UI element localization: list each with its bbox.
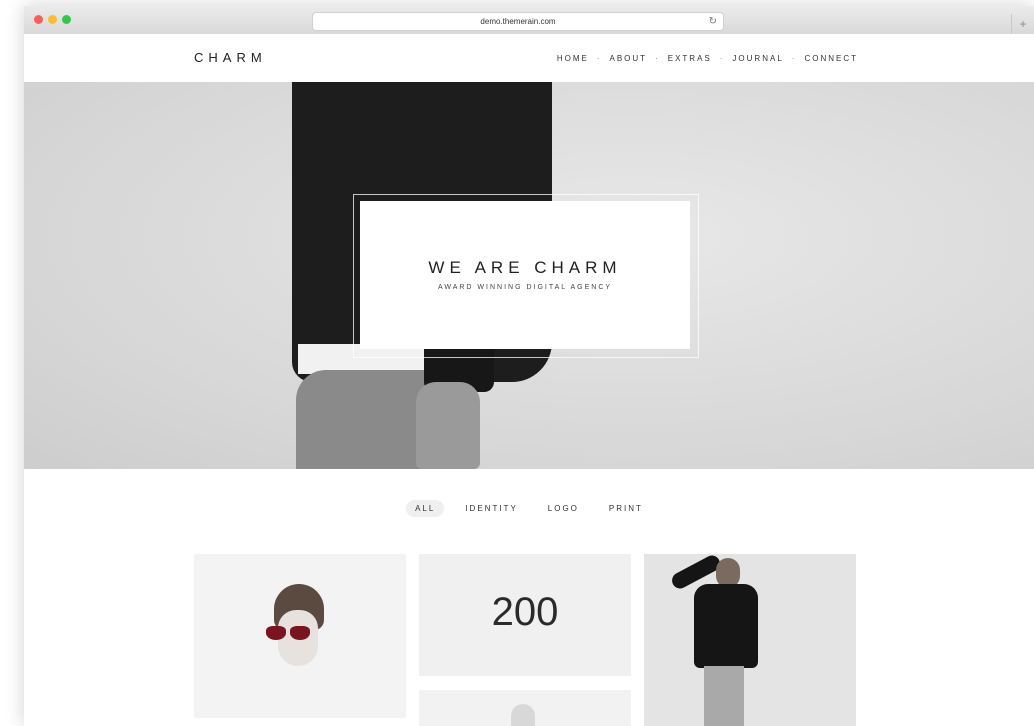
site-logo[interactable]: CHARM [194, 50, 267, 65]
nav-separator: · [791, 54, 797, 63]
nav-separator: · [719, 54, 725, 63]
portfolio-item-man-hoodie[interactable] [644, 554, 856, 726]
portfolio-item-partial[interactable] [419, 690, 631, 726]
nav-item-connect[interactable]: CONNECT [804, 54, 858, 63]
nav-item-about[interactable]: ABOUT [610, 54, 648, 63]
hero-figure-pants [296, 370, 436, 469]
hero-section: WE ARE CHARM AWARD WINNING DIGITAL AGENC… [24, 82, 1034, 469]
man-jeans-shape [704, 666, 744, 726]
portfolio-item-200-text: 200 [491, 590, 559, 634]
filter-print[interactable]: PRINT [600, 500, 652, 517]
nav-item-extras[interactable]: EXTRAS [668, 54, 712, 63]
man-hoodie-shape [694, 584, 758, 668]
site-header: CHARM HOME · ABOUT · EXTRAS · JOURNAL · … [24, 34, 1034, 82]
hero-title-box: WE ARE CHARM AWARD WINNING DIGITAL AGENC… [360, 201, 690, 349]
portfolio-item-partial-shape [511, 704, 535, 726]
filter-identity[interactable]: IDENTITY [456, 500, 526, 517]
sunglasses-lens-right [290, 626, 310, 640]
minimize-window-button[interactable] [48, 15, 57, 24]
browser-window: demo.themerain.com ↻ + CHARM HOME · ABOU… [24, 6, 1034, 726]
main-nav: HOME · ABOUT · EXTRAS · JOURNAL · CONNEC… [557, 54, 858, 63]
new-tab-button[interactable]: + [1011, 14, 1034, 34]
zoom-window-button[interactable] [62, 15, 71, 24]
screenshot-stage: demo.themerain.com ↻ + CHARM HOME · ABOU… [0, 0, 1034, 726]
reload-icon[interactable]: ↻ [709, 13, 717, 30]
address-bar-url: demo.themerain.com [480, 17, 556, 26]
address-bar[interactable]: demo.themerain.com ↻ [312, 12, 724, 31]
close-window-button[interactable] [34, 15, 43, 24]
nav-separator: · [596, 54, 602, 63]
nav-item-home[interactable]: HOME [557, 54, 589, 63]
portfolio-item-200[interactable]: 200 [419, 554, 631, 676]
nav-item-journal[interactable]: JOURNAL [732, 54, 783, 63]
hero-subtitle: AWARD WINNING DIGITAL AGENCY [437, 284, 613, 291]
hero-figure-hand [416, 382, 480, 469]
portfolio-item-sunglasses[interactable] [194, 554, 406, 718]
browser-titlebar: demo.themerain.com ↻ + [24, 6, 1034, 35]
filter-logo[interactable]: LOGO [539, 500, 588, 517]
nav-separator: · [655, 54, 660, 63]
portfolio-filters: ALL IDENTITY LOGO PRINT [24, 500, 1034, 517]
filter-all[interactable]: ALL [406, 500, 445, 517]
hero-title: WE ARE CHARM [428, 258, 622, 277]
sunglasses-lens-left [266, 626, 286, 640]
